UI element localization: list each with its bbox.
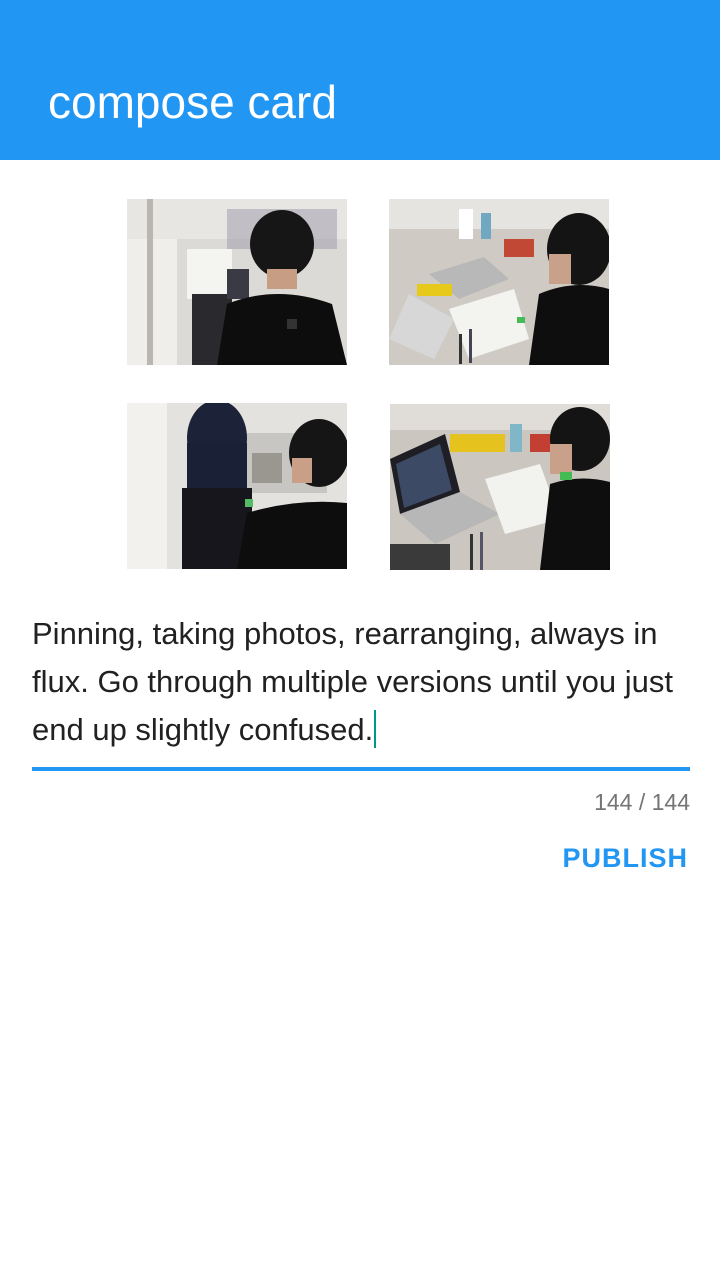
photo-image	[127, 403, 347, 569]
caption-text: Pinning, taking photos, rearranging, alw…	[32, 616, 673, 747]
caption-underline	[32, 767, 690, 771]
publish-button[interactable]: PUBLISH	[562, 840, 688, 876]
photo-thumbnail-3[interactable]	[127, 403, 347, 569]
photo-thumbnail-1[interactable]	[127, 199, 347, 365]
caption-input[interactable]: Pinning, taking photos, rearranging, alw…	[32, 610, 690, 754]
photo-thumbnail-4[interactable]	[390, 404, 610, 570]
photo-image	[389, 199, 609, 365]
character-counter: 144 / 144	[594, 789, 690, 815]
app-bar: compose card	[0, 0, 720, 160]
text-cursor	[374, 710, 377, 748]
photo-image	[127, 199, 347, 365]
page-title: compose card	[48, 76, 337, 128]
photo-image	[390, 404, 610, 570]
photo-thumbnail-2[interactable]	[389, 199, 609, 365]
